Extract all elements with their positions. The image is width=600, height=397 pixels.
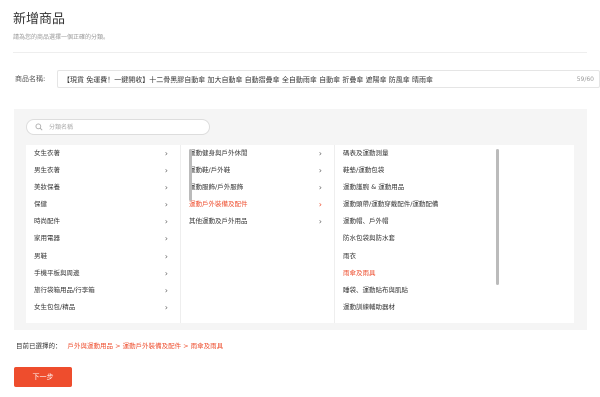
- selected-category-label: 目前已選擇的：: [16, 342, 62, 350]
- chevron-right-icon: ›: [164, 234, 168, 244]
- category-column-level3[interactable]: 碼表及運動測量 鞋墊/運動包袋運動護腕 & 運動用品運動頭帶/運動穿戴配件/運動配…: [334, 145, 488, 323]
- category-column-level2[interactable]: 運動健身與戶外休閒 › 運動鞋/戶外鞋 › 運動服飾/戶外服飾 › 運動戶外裝備及配件 › 其他…: [180, 145, 334, 323]
- category-item[interactable]: 運動頭帶/運動穿戴配件/運動配備: [335, 196, 488, 213]
- page-title: 新增商品: [13, 12, 66, 27]
- category-item[interactable]: 運動服飾/戶外服飾 ›: [181, 179, 334, 196]
- category-item[interactable]: 碼表及運動測量: [335, 145, 488, 162]
- product-name-row: 商品名稱: 【現貨 免運費！一鍵開收】十二骨黑膠自動傘 加大自動傘 自動摺疊傘 …: [13, 70, 600, 88]
- category-item-label: 其他運動及戶外用品: [189, 217, 248, 226]
- chevron-right-icon: ›: [164, 166, 168, 176]
- category-item[interactable]: 家用電器 ›: [26, 230, 180, 247]
- chevron-right-icon: ›: [318, 183, 322, 193]
- product-name-char-count: 59/60: [576, 76, 594, 83]
- category-item-label: 男鞋: [34, 251, 47, 260]
- category-item-label: 運動戶外裝備及配件: [189, 200, 248, 209]
- category-column-level1[interactable]: 女生衣著 › 男生衣著 › 美妝保養 › 保健 › 時尚配件 › 家用電器 › 男鞋 › 手機平板與周邊 › 旅…: [26, 145, 180, 323]
- category-item-label: 男生衣著: [34, 166, 60, 175]
- next-button[interactable]: 下一步: [14, 367, 72, 387]
- chevron-right-icon: ›: [164, 302, 168, 312]
- category-item[interactable]: 手機平板與周邊 ›: [26, 265, 180, 282]
- category-item[interactable]: 時尚配件 ›: [26, 213, 180, 230]
- category-item[interactable]: 雨傘及雨具: [335, 265, 488, 282]
- page-header: 新增商品 請為您的商品選擇一個正確的分類。: [13, 12, 109, 41]
- product-name-value: 【現貨 免運費！一鍵開收】十二骨黑膠自動傘 加大自動傘 自動摺疊傘 全自動雨傘 …: [63, 76, 434, 84]
- category-item-label: 碼表及運動測量: [343, 149, 389, 157]
- chevron-right-icon: ›: [164, 285, 168, 295]
- product-name-input[interactable]: 【現貨 免運費！一鍵開收】十二骨黑膠自動傘 加大自動傘 自動摺疊傘 全自動雨傘 …: [57, 70, 600, 88]
- category-panel: 女生衣著›男生衣著›美妝保養›保健›時尚配件›家用電器›男鞋›手機平板與周邊›旅…: [14, 109, 587, 330]
- category-item[interactable]: 保健 ›: [26, 196, 180, 213]
- header-divider: [13, 52, 587, 53]
- category-item[interactable]: 美妝保養 ›: [26, 179, 180, 196]
- category-item-label: 運動鞋/戶外鞋: [189, 166, 231, 175]
- chevron-right-icon: ›: [318, 217, 322, 227]
- chevron-right-icon: ›: [318, 149, 322, 158]
- chevron-right-icon: ›: [164, 268, 168, 278]
- category-item-label: 鞋墊/運動包袋: [343, 166, 385, 175]
- category-item-label: 時尚配件: [34, 217, 60, 226]
- product-name-label: 商品名稱:: [15, 75, 46, 83]
- category-item-label: 保健: [34, 200, 47, 209]
- category-item-label: 雨傘及雨具: [343, 268, 376, 277]
- category-item[interactable]: 運動鞋/戶外鞋 ›: [181, 162, 334, 179]
- category-item[interactable]: 旅行袋箱用品/行李箱 ›: [26, 282, 180, 299]
- category-item[interactable]: 鞋墊/運動包袋: [335, 162, 488, 179]
- category-item[interactable]: 運動健身與戶外休閒 ›: [181, 145, 334, 162]
- chevron-right-icon: ›: [164, 217, 168, 227]
- category-search-box[interactable]: [26, 119, 210, 135]
- category-item[interactable]: 男鞋 ›: [26, 248, 180, 265]
- category-item[interactable]: 運動戶外裝備及配件 ›: [181, 196, 334, 213]
- category-item-label: 家用電器: [34, 234, 60, 243]
- category-item[interactable]: 女生包包/精品 ›: [26, 299, 180, 316]
- category-item-label: 運動服飾/戶外服飾: [189, 183, 244, 192]
- page-subtitle: 請為您的商品選擇一個正確的分類。: [13, 34, 110, 41]
- level2-scrollbar[interactable]: [189, 149, 192, 201]
- category-item[interactable]: 防水包袋與防水套: [335, 230, 488, 247]
- category-item-label: 運動帽、戶外帽: [343, 217, 389, 226]
- category-item-label: 運動訓練輔助器材: [343, 302, 395, 311]
- level3-scrollbar[interactable]: [496, 149, 499, 285]
- selected-category-path: 戶外與運動用品 > 運動戶外裝備及配件 > 雨傘及雨具: [67, 342, 224, 350]
- category-item[interactable]: 睡袋、運動貼布與肌貼: [335, 282, 488, 299]
- category-item[interactable]: 女生衣著 ›: [26, 145, 180, 162]
- category-item-label: 運動健身與戶外休閒: [189, 149, 248, 157]
- category-item[interactable]: 男生衣著 ›: [26, 162, 180, 179]
- selected-category-row: 目前已選擇的： 戶外與運動用品 > 運動戶外裝備及配件 > 雨傘及雨具: [16, 340, 223, 350]
- category-search-input[interactable]: [49, 121, 199, 133]
- chevron-right-icon: ›: [164, 251, 168, 261]
- category-item[interactable]: 運動訓練輔助器材: [335, 299, 488, 316]
- category-item[interactable]: 其他運動及戶外用品 ›: [181, 213, 334, 230]
- category-item-label: 女生包包/精品: [34, 302, 76, 311]
- chevron-right-icon: ›: [318, 200, 322, 210]
- category-item-label: 雨衣: [343, 251, 356, 260]
- category-item-label: 美妝保養: [34, 183, 60, 192]
- search-icon: [35, 123, 43, 131]
- category-item-label: 防水包袋與防水套: [343, 234, 395, 243]
- chevron-right-icon: ›: [164, 200, 168, 210]
- category-item-label: 旅行袋箱用品/行李箱: [34, 285, 95, 294]
- category-item-label: 睡袋、運動貼布與肌貼: [343, 285, 408, 294]
- category-columns: 女生衣著 › 男生衣著 › 美妝保養 › 保健 › 時尚配件 › 家用電器 › 男鞋 › 手機平板與周邊 › 旅…: [26, 145, 574, 323]
- category-item[interactable]: 雨衣: [335, 248, 488, 265]
- category-item[interactable]: 運動護腕 & 運動用品: [335, 179, 488, 196]
- category-item-label: 運動護腕 & 運動用品: [343, 183, 405, 192]
- category-item-label: 運動頭帶/運動穿戴配件/運動配備: [343, 200, 439, 209]
- chevron-right-icon: ›: [318, 166, 322, 176]
- chevron-right-icon: ›: [164, 149, 168, 158]
- category-item-label: 女生衣著: [34, 149, 60, 157]
- category-item-label: 手機平板與周邊: [34, 268, 80, 277]
- category-item[interactable]: 運動帽、戶外帽: [335, 213, 488, 230]
- chevron-right-icon: ›: [164, 183, 168, 193]
